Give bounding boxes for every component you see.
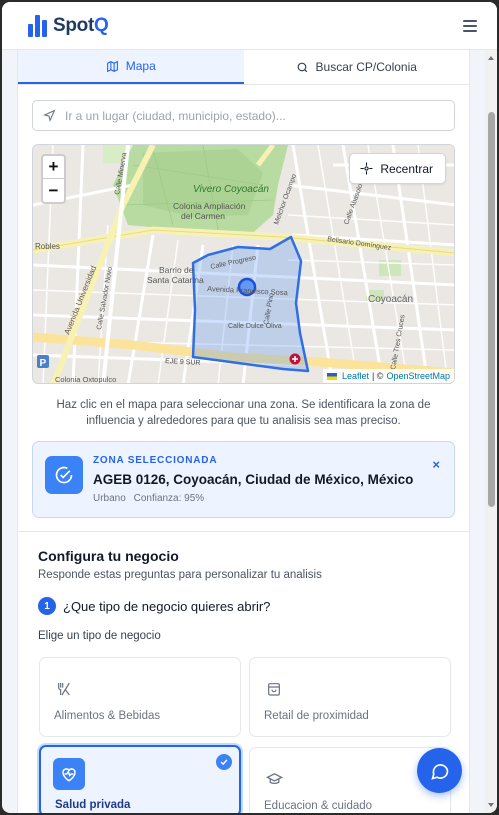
- option-label: Retail de proximidad: [264, 710, 369, 722]
- map-label-colonia-ampliacion-1: Colonia Ampliación: [173, 201, 246, 211]
- scroll-down-arrow-icon[interactable]: [488, 803, 494, 807]
- question-text: ¿Que tipo de negocio quieres abrir?: [63, 598, 271, 614]
- shopping-bag-icon: [263, 678, 285, 700]
- option-label: Alimentos & Bebidas: [54, 710, 161, 722]
- recenter-button[interactable]: Recentrar: [349, 153, 446, 184]
- crosshair-icon: [360, 162, 373, 175]
- map-label-vivero: Vivero Coyoacán: [193, 184, 269, 195]
- place-search-box: [32, 100, 455, 131]
- option-label: Educacion & cuidado: [264, 800, 373, 812]
- map-label-robles: Robles: [35, 242, 60, 251]
- question-hint: Elige un tipo de negocio: [38, 630, 161, 642]
- option-salud-privada[interactable]: Salud privada: [39, 745, 241, 813]
- clear-zone-button[interactable]: ×: [432, 457, 440, 472]
- map-label-coyoacan: Coyoacán: [368, 294, 413, 305]
- zone-title: AGEB 0126, Coyoacán, Ciudad de México, M…: [93, 472, 414, 487]
- tab-mapa-label: Mapa: [125, 59, 156, 73]
- selected-check-icon: [216, 754, 232, 770]
- map-label-barrio-1: Barrio de: [159, 265, 194, 275]
- logo-bars-icon: [28, 14, 47, 37]
- check-circle-icon: [45, 456, 83, 494]
- option-label: Salud privada: [55, 799, 131, 811]
- option-retail-proximidad[interactable]: Retail de proximidad: [249, 657, 451, 737]
- question-number-badge: 1: [38, 597, 56, 615]
- utensils-icon: [53, 678, 75, 700]
- chat-button[interactable]: [417, 748, 462, 793]
- brand-logo[interactable]: SpotQ: [28, 14, 109, 37]
- place-search-input[interactable]: [65, 108, 425, 123]
- map-icon: [106, 60, 118, 72]
- ukraine-flag-icon: [326, 372, 337, 380]
- tab-buscar-cp[interactable]: Buscar CP/Colonia: [244, 50, 470, 84]
- view-tabs: Mapa Buscar CP/Colonia: [18, 50, 469, 85]
- heart-pulse-icon: [53, 758, 85, 790]
- attribution-separator: | ©: [371, 371, 384, 381]
- navigation-arrow-icon: [43, 109, 56, 122]
- zone-confidence: Confianza: 95%: [133, 493, 205, 504]
- scroll-thumb[interactable]: [488, 112, 495, 507]
- zone-meta: Urbano Confianza: 95%: [93, 493, 204, 504]
- map-hint-text: Haz clic en el mapa para seleccionar una…: [56, 399, 431, 427]
- option-alimentos-bebidas[interactable]: Alimentos & Bebidas: [39, 657, 241, 737]
- leaflet-link[interactable]: Leaflet: [342, 371, 369, 381]
- map-label-dulce-oliva: Calle Dulce Oliva: [228, 323, 282, 330]
- svg-text:P: P: [40, 358, 47, 369]
- zoom-in-button[interactable]: +: [43, 156, 64, 179]
- map-label-colonia-ampliacion-2: del Carmen: [181, 211, 225, 221]
- selected-zone-card: ZONA SELECCIONADA AGEB 0126, Coyoacán, C…: [32, 441, 455, 518]
- zone-label: ZONA SELECCIONADA: [93, 455, 218, 466]
- tab-mapa[interactable]: Mapa: [18, 50, 244, 84]
- map-view[interactable]: P Vivero Coyoacán Colonia Ampliación del…: [32, 144, 455, 384]
- config-title: Configura tu negocio: [38, 548, 179, 564]
- map-attribution: Leaflet | © OpenStreetMap: [322, 369, 454, 383]
- tab-buscar-label: Buscar CP/Colonia: [315, 60, 417, 74]
- map-label-colonia-oxtopulco: Colonia Oxtopulco: [55, 375, 116, 384]
- page-scrollbar[interactable]: [485, 50, 497, 813]
- main-panel: Mapa Buscar CP/Colonia Ir a un lugar (ci…: [17, 50, 470, 813]
- question-1: 1 ¿Que tipo de negocio quieres abrir?: [38, 597, 270, 615]
- map-label-barrio-2: Santa Catarina: [147, 275, 204, 285]
- brand-name: SpotQ: [53, 14, 109, 36]
- config-subtitle: Responde estas preguntas para personaliz…: [38, 569, 322, 581]
- openstreetmap-link[interactable]: OpenStreetMap: [386, 371, 450, 381]
- chat-bubble-icon: [430, 763, 448, 780]
- app-header: SpotQ: [2, 2, 497, 50]
- recenter-label: Recentrar: [380, 161, 433, 176]
- app-window: SpotQ Mapa Buscar CP/Colonia Ir a un lug…: [2, 2, 497, 813]
- graduation-cap-icon: [263, 768, 285, 790]
- hamburger-menu-icon[interactable]: [463, 19, 477, 32]
- zone-type: Urbano: [93, 493, 126, 504]
- scroll-up-arrow-icon[interactable]: [488, 56, 494, 60]
- zoom-control: + −: [41, 154, 66, 204]
- search-icon: [297, 62, 307, 72]
- zoom-out-button[interactable]: −: [43, 179, 64, 202]
- section-divider: [18, 531, 469, 532]
